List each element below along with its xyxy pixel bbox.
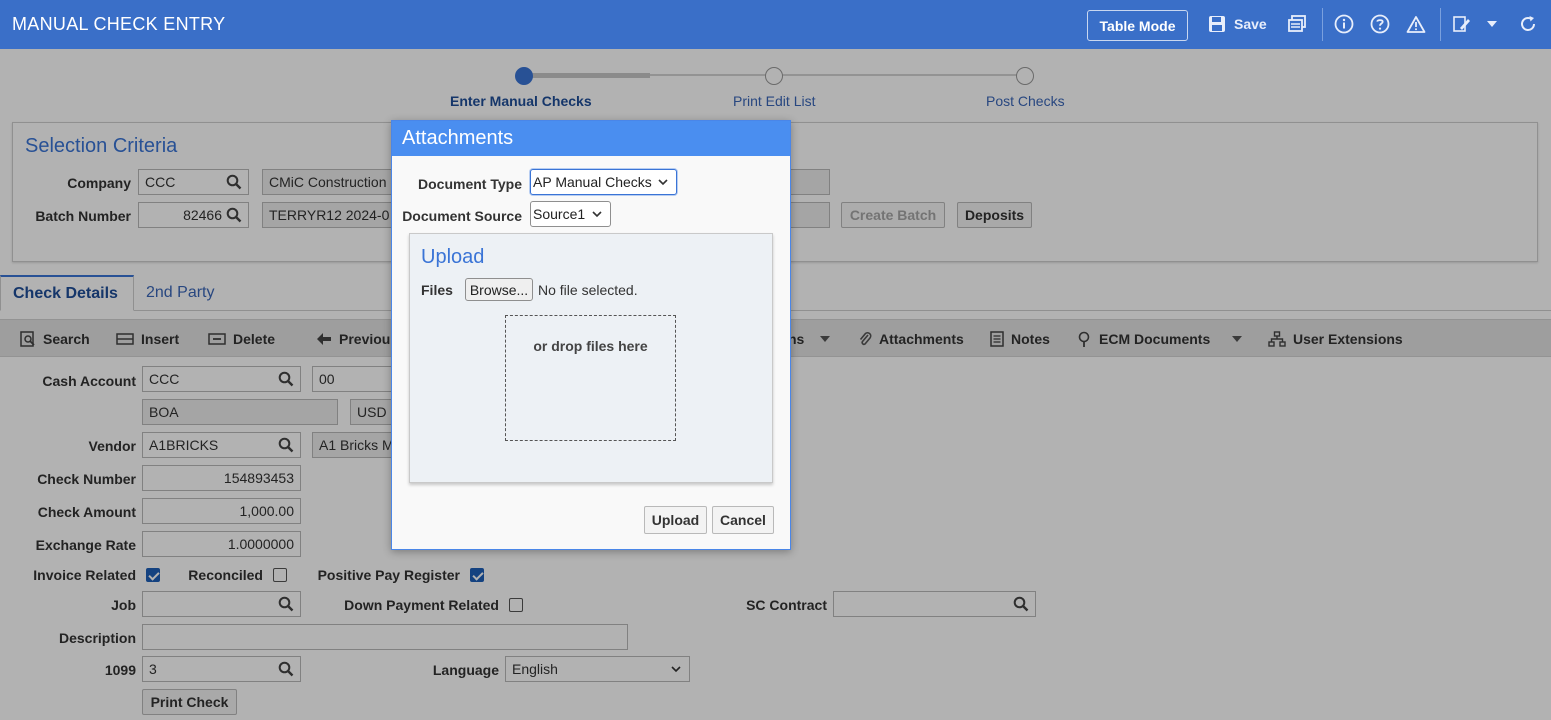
copy-icon[interactable] xyxy=(1288,13,1307,35)
files-label: Files xyxy=(421,282,453,298)
dialog-title: Attachments xyxy=(392,121,790,156)
info-icon[interactable] xyxy=(1334,13,1354,35)
header-divider xyxy=(1322,8,1323,41)
header-divider xyxy=(1440,8,1441,41)
table-mode-button[interactable]: Table Mode xyxy=(1087,10,1188,41)
chevron-down-icon[interactable] xyxy=(1486,13,1498,35)
edit-icon[interactable] xyxy=(1452,13,1472,35)
upload-title: Upload xyxy=(421,246,485,268)
save-button[interactable]: Save xyxy=(1208,13,1267,35)
chevron-down-icon xyxy=(592,211,602,218)
document-type-select[interactable]: AP Manual Checks xyxy=(530,169,677,195)
document-source-label: Document Source xyxy=(402,208,522,224)
chevron-down-icon xyxy=(658,179,668,186)
page-title: MANUAL CHECK ENTRY xyxy=(12,14,226,34)
floppy-disk-icon xyxy=(1209,16,1225,32)
document-type-label: Document Type xyxy=(418,176,522,192)
app-header: MANUAL CHECK ENTRY Table Mode Save xyxy=(0,0,1551,49)
document-source-select[interactable]: Source1 xyxy=(530,201,611,227)
attachments-dialog: Attachments Document Type AP Manual Chec… xyxy=(391,120,791,550)
save-label: Save xyxy=(1234,16,1267,32)
warning-icon[interactable] xyxy=(1406,13,1426,35)
document-type-value: AP Manual Checks xyxy=(533,174,652,190)
refresh-icon[interactable] xyxy=(1518,13,1538,35)
cancel-button[interactable]: Cancel xyxy=(712,506,774,534)
browse-button[interactable]: Browse... xyxy=(465,278,533,301)
upload-panel: Upload Files Browse... No file selected.… xyxy=(409,233,773,483)
drop-zone-text: or drop files here xyxy=(533,338,648,354)
document-source-value: Source1 xyxy=(533,206,586,222)
upload-button[interactable]: Upload xyxy=(644,506,707,534)
no-file-selected-text: No file selected. xyxy=(538,282,638,298)
file-drop-zone[interactable]: or drop files here xyxy=(505,315,676,441)
help-icon[interactable] xyxy=(1370,13,1390,35)
